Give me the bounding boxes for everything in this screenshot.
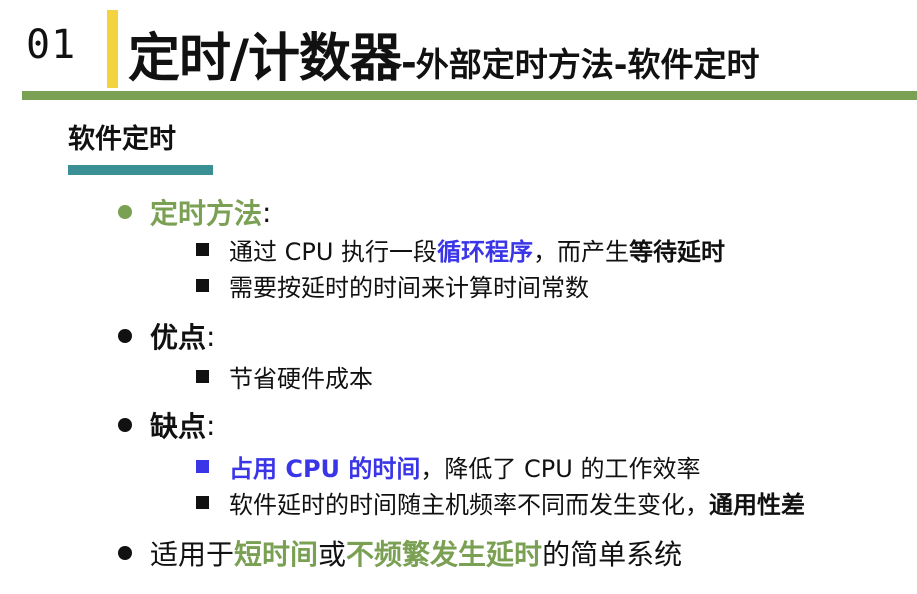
usage-highlight-2: 不频繁发生延时 <box>346 538 543 571</box>
usage-highlight-1: 短时间 <box>234 538 319 571</box>
section-underline <box>68 165 213 175</box>
method-line1-middle: ，而产生 <box>533 238 630 266</box>
method-colon: : <box>262 195 272 229</box>
usage-middle: 或 <box>318 538 347 571</box>
disadvantage-line2-bold: 通用性差 <box>709 491 805 519</box>
title-dash: - <box>401 41 417 85</box>
bullet-dot-icon <box>118 418 132 432</box>
method-line1-prefix: 通过 CPU 执行一段 <box>229 238 438 266</box>
advantage-line1: 节省硬件成本 <box>229 365 373 393</box>
method-item-1: 通过 CPU 执行一段 循环程序 ，而产生 等待延时 <box>196 232 725 267</box>
title-bar: 01 定时/计数器-外部定时方法-软件定时 <box>0 0 917 100</box>
method-line1-highlight: 循环程序 <box>437 238 534 266</box>
slide-number: 01 <box>26 22 77 68</box>
title-underline <box>22 91 917 100</box>
disadvantage-item-1: 占用 CPU 的时间 ，降低了 CPU 的工作效率 <box>196 449 700 484</box>
advantage-colon: : <box>206 319 216 353</box>
method-line1-bold: 等待延时 <box>629 238 726 266</box>
bullet-advantage: 优点: <box>118 316 215 356</box>
bullet-disadvantage: 缺点: <box>118 405 215 445</box>
usage-prefix: 适用于 <box>150 538 235 571</box>
square-bullet-icon <box>196 370 209 383</box>
square-bullet-icon <box>196 496 209 509</box>
title-accent-bar <box>107 10 118 88</box>
title-main-text: 定时/计数器 <box>128 29 402 89</box>
bullet-method: 定时方法: <box>118 192 271 232</box>
bullet-usage: 适用于 短时间或不频繁发生延时 的简单系统 <box>118 533 682 573</box>
square-bullet-icon <box>196 460 209 473</box>
bullet-dot-icon <box>118 329 132 343</box>
bullet-dot-icon <box>118 205 132 219</box>
method-item-2: 需要按延时的时间来计算时间常数 <box>196 268 589 303</box>
advantage-label: 优点 <box>150 321 207 354</box>
disadvantage-item-2: 软件延时的时间随主机频率不同而发生变化， 通用性差 <box>196 485 805 520</box>
usage-suffix: 的简单系统 <box>542 538 683 571</box>
method-label: 定时方法 <box>150 197 263 230</box>
disadvantage-line2-prefix: 软件延时的时间随主机频率不同而发生变化， <box>229 491 709 519</box>
slide-title: 定时/计数器-外部定时方法-软件定时 <box>128 16 759 91</box>
disadvantage-line1-rest: ，降低了 CPU 的工作效率 <box>420 455 701 483</box>
disadvantage-label: 缺点 <box>150 410 207 443</box>
section-title: 软件定时 <box>68 124 176 155</box>
square-bullet-icon <box>196 279 209 292</box>
disadvantage-line1-highlight: 占用 CPU 的时间 <box>229 455 421 483</box>
square-bullet-icon <box>196 243 209 256</box>
disadvantage-colon: : <box>206 408 216 442</box>
title-subtitle: 外部定时方法-软件定时 <box>415 45 760 84</box>
method-line2: 需要按延时的时间来计算时间常数 <box>229 274 589 302</box>
advantage-item-1: 节省硬件成本 <box>196 359 373 394</box>
bullet-dot-icon <box>118 546 132 560</box>
